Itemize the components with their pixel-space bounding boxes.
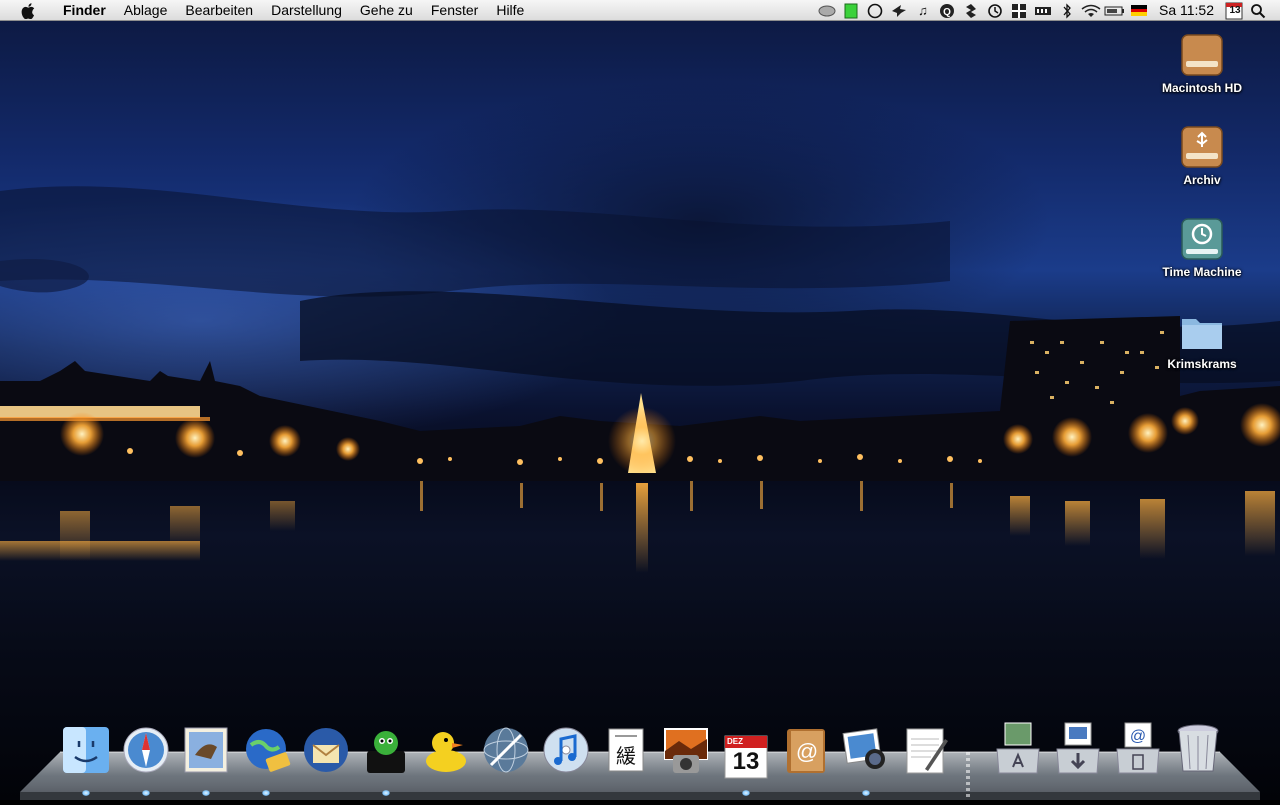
- adium-icon: [361, 725, 411, 780]
- usb-drive-icon: [1178, 123, 1226, 171]
- dock-web[interactable]: [479, 722, 533, 780]
- dock-address-book[interactable]: @: [779, 722, 833, 780]
- battery-icon[interactable]: [1103, 0, 1127, 21]
- dock-trash[interactable]: [1171, 722, 1225, 780]
- battery-meter-icon[interactable]: [839, 0, 863, 21]
- thunderbird-icon: [301, 725, 351, 780]
- ical-day: 13: [732, 748, 760, 775]
- dropbox-icon[interactable]: [959, 0, 983, 21]
- dock-stack-applications[interactable]: [991, 722, 1045, 780]
- dock-adium[interactable]: [359, 722, 413, 780]
- svg-text:緩: 緩: [616, 744, 636, 768]
- music-note-icon[interactable]: ♫: [911, 0, 935, 21]
- svg-text:@: @: [1130, 728, 1146, 745]
- running-indicator: [862, 790, 870, 796]
- svg-text:Q: Q: [943, 7, 951, 18]
- itunes-icon: [541, 725, 591, 780]
- german-flag-icon[interactable]: [1127, 0, 1151, 21]
- desktop-icon-time-machine[interactable]: Time Machine: [1147, 215, 1257, 279]
- photo-booth-icon: [661, 725, 711, 780]
- running-indicator: [742, 790, 750, 796]
- network-globe-icon: [241, 725, 291, 780]
- menu-hilfe[interactable]: Hilfe: [487, 0, 533, 21]
- desktop-icon-label: Krimskrams: [1167, 357, 1237, 371]
- menu-finder[interactable]: Finder: [54, 0, 115, 21]
- calendar-day: 13: [1229, 5, 1241, 16]
- q-icon[interactable]: Q: [935, 0, 959, 21]
- desktop-icon-label: Time Machine: [1162, 265, 1242, 279]
- desktop-wallpaper: [0, 21, 1280, 800]
- menu-fenster[interactable]: Fenster: [422, 0, 487, 21]
- apple-icon[interactable]: [18, 0, 38, 21]
- duck-icon: [421, 725, 471, 780]
- ical-icon: DEZ 13: [721, 730, 771, 780]
- downloads-stack-icon: [1053, 721, 1103, 780]
- speech-bubble-icon[interactable]: [815, 0, 839, 21]
- desktop-icon-archiv[interactable]: Archiv: [1147, 123, 1257, 187]
- web-globe-icon: [481, 725, 531, 780]
- menu-bar: Finder Ablage Bearbeiten Darstellung Geh…: [0, 0, 1280, 21]
- dock-textedit[interactable]: [899, 722, 953, 780]
- menubar-clock[interactable]: Sa 11:52: [1151, 0, 1222, 21]
- dock-stack-downloads[interactable]: [1051, 722, 1105, 780]
- dock-itunes[interactable]: [539, 722, 593, 780]
- time-machine-icon[interactable]: [983, 0, 1007, 21]
- dock-finder[interactable]: [59, 722, 113, 780]
- dock-thunderbird[interactable]: [299, 722, 353, 780]
- dock-photo-booth[interactable]: [659, 722, 713, 780]
- running-indicator: [262, 790, 270, 796]
- spotlight-icon[interactable]: [1246, 0, 1270, 21]
- menu-bearbeiten[interactable]: Bearbeiten: [176, 0, 262, 21]
- dock-network[interactable]: [239, 722, 293, 780]
- dock-iphoto[interactable]: [839, 722, 893, 780]
- mail-icon: [181, 725, 231, 780]
- calendar-icon[interactable]: 13: [1222, 0, 1246, 21]
- folder-icon: [1178, 307, 1226, 355]
- time-machine-drive-icon: [1178, 215, 1226, 263]
- dock-mail[interactable]: [179, 722, 233, 780]
- textedit-icon: [901, 725, 951, 780]
- menu-gehe-zu[interactable]: Gehe zu: [351, 0, 422, 21]
- memory-icon[interactable]: [1031, 0, 1055, 21]
- dictionary-icon: 緩: [601, 725, 651, 780]
- menu-darstellung[interactable]: Darstellung: [262, 0, 351, 21]
- dock-ical[interactable]: DEZ 13: [719, 722, 773, 780]
- dock-stack-documents[interactable]: @: [1111, 722, 1165, 780]
- desktop-icon-label: Macintosh HD: [1161, 81, 1242, 95]
- spaces-icon[interactable]: [1007, 0, 1031, 21]
- desktop-icon-macintosh-hd[interactable]: Macintosh HD: [1147, 31, 1257, 95]
- applications-stack-icon: [993, 721, 1043, 780]
- dock-separator: [966, 752, 970, 800]
- running-indicator: [202, 790, 210, 796]
- desktop-icon-label: Archiv: [1183, 173, 1221, 187]
- hard-drive-icon: [1178, 31, 1226, 79]
- running-indicator: [142, 790, 150, 796]
- bird-icon[interactable]: [887, 0, 911, 21]
- running-indicator: [382, 790, 390, 796]
- running-indicator: [82, 790, 90, 796]
- trash-icon: [1173, 721, 1223, 780]
- address-book-icon: @: [781, 725, 831, 780]
- iphoto-icon: [841, 725, 891, 780]
- dock-cyberduck[interactable]: [419, 722, 473, 780]
- bluetooth-icon[interactable]: [1055, 0, 1079, 21]
- dock-dictionary[interactable]: 緩: [599, 722, 653, 780]
- documents-stack-icon: @: [1113, 721, 1163, 780]
- dock-safari[interactable]: [119, 722, 173, 780]
- svg-text:@: @: [796, 739, 818, 764]
- finder-icon: [61, 725, 111, 780]
- menu-ablage[interactable]: Ablage: [115, 0, 177, 21]
- safari-icon: [121, 725, 171, 780]
- ical-month: DEZ: [727, 737, 743, 746]
- desktop-icon-krimskrams[interactable]: Krimskrams: [1147, 307, 1257, 371]
- wifi-icon[interactable]: [1079, 0, 1103, 21]
- chat-icon[interactable]: [863, 0, 887, 21]
